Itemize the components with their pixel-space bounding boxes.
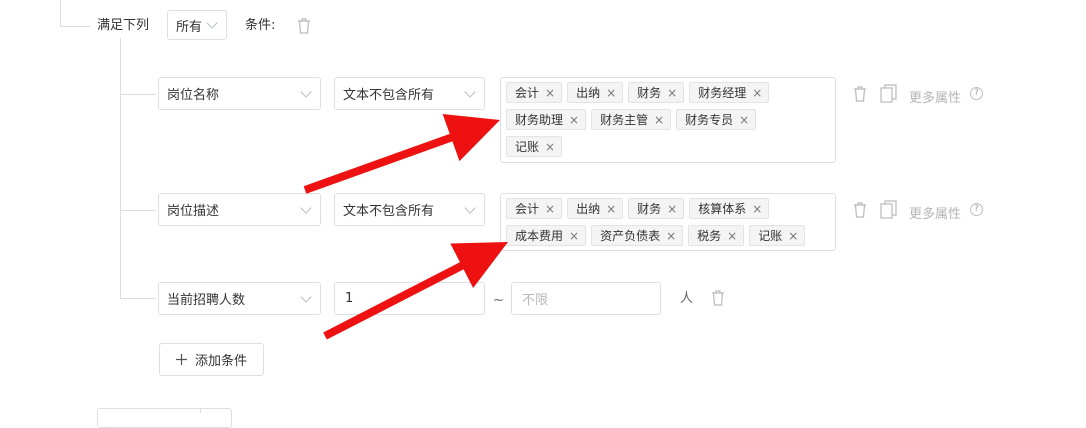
red-arrow-1-head (442, 114, 500, 162)
red-arrow-1-shaft (303, 132, 457, 194)
annotation-arrows (303, 114, 508, 340)
red-arrow-2-shaft (323, 260, 468, 340)
